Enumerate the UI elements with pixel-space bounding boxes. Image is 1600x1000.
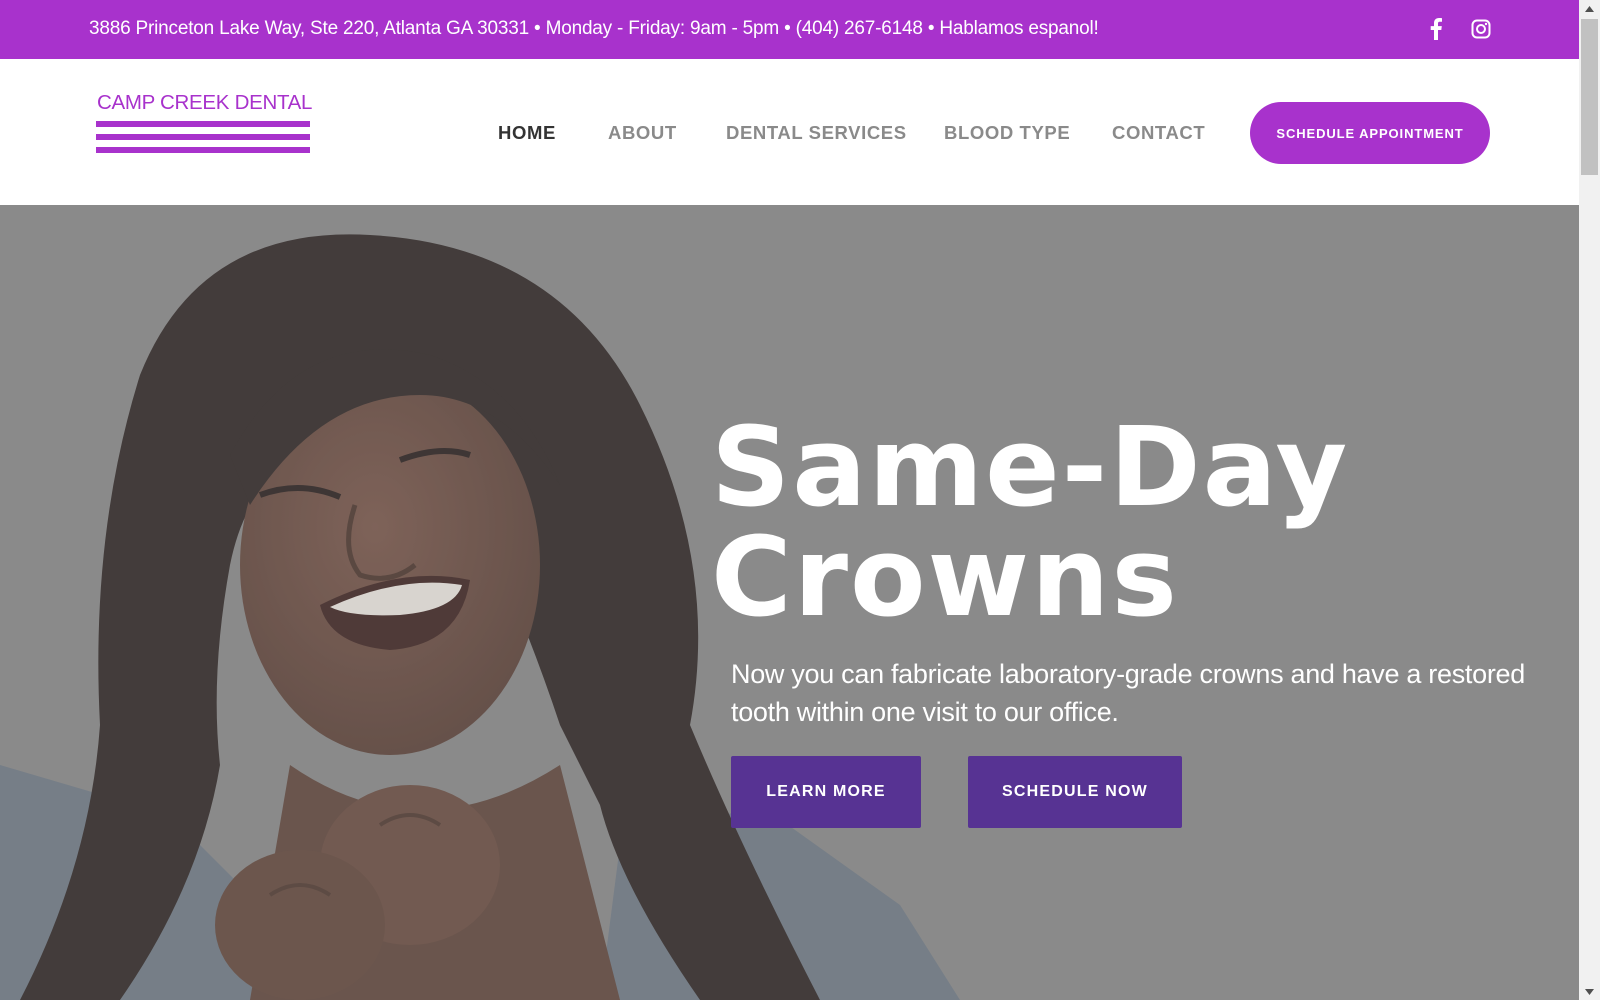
site-logo[interactable]: CAMP CREEK DENTAL bbox=[96, 91, 313, 167]
instagram-link[interactable] bbox=[1468, 16, 1494, 42]
logo-stripe bbox=[96, 121, 310, 127]
logo-stripe bbox=[96, 147, 310, 153]
facebook-link[interactable] bbox=[1423, 16, 1449, 42]
hero-title-line-2: Crowns bbox=[711, 513, 1179, 641]
hero-section: Same-Day Crowns Now you can fabricate la… bbox=[0, 205, 1579, 1000]
nav-item-about[interactable]: ABOUT bbox=[608, 122, 677, 144]
hero-title: Same-Day Crowns bbox=[711, 412, 1349, 632]
scroll-down-arrow[interactable] bbox=[1579, 983, 1600, 1000]
scroll-up-arrow[interactable] bbox=[1579, 0, 1600, 17]
nav-item-dental-services[interactable]: DENTAL SERVICES bbox=[726, 122, 907, 144]
scrollbar-thumb[interactable] bbox=[1581, 19, 1598, 175]
nav-item-home[interactable]: HOME bbox=[498, 122, 556, 144]
site-header: CAMP CREEK DENTAL HOME ABOUT DENTAL SERV… bbox=[0, 59, 1579, 205]
schedule-appointment-button[interactable]: SCHEDULE APPOINTMENT bbox=[1250, 102, 1490, 164]
caret-up-icon bbox=[1585, 5, 1594, 12]
facebook-icon bbox=[1430, 18, 1442, 40]
schedule-now-button[interactable]: SCHEDULE NOW bbox=[968, 756, 1182, 828]
nav-item-blood-type[interactable]: BLOOD TYPE bbox=[944, 122, 1070, 144]
hero-title-line-1: Same-Day bbox=[711, 403, 1350, 531]
logo-text: CAMP CREEK DENTAL bbox=[97, 91, 313, 114]
top-info-bar: 3886 Princeton Lake Way, Ste 220, Atlant… bbox=[0, 0, 1579, 59]
hero-subtitle: Now you can fabricate laboratory-grade c… bbox=[731, 659, 1525, 727]
page: 3886 Princeton Lake Way, Ste 220, Atlant… bbox=[0, 0, 1600, 1000]
learn-more-button[interactable]: LEARN MORE bbox=[731, 756, 921, 828]
contact-info-text: 3886 Princeton Lake Way, Ste 220, Atlant… bbox=[89, 18, 1099, 39]
vertical-scrollbar[interactable] bbox=[1579, 0, 1600, 1000]
caret-down-icon bbox=[1585, 988, 1594, 995]
instagram-icon bbox=[1471, 19, 1491, 39]
nav-item-contact[interactable]: CONTACT bbox=[1112, 122, 1205, 144]
logo-stripe bbox=[96, 134, 310, 140]
